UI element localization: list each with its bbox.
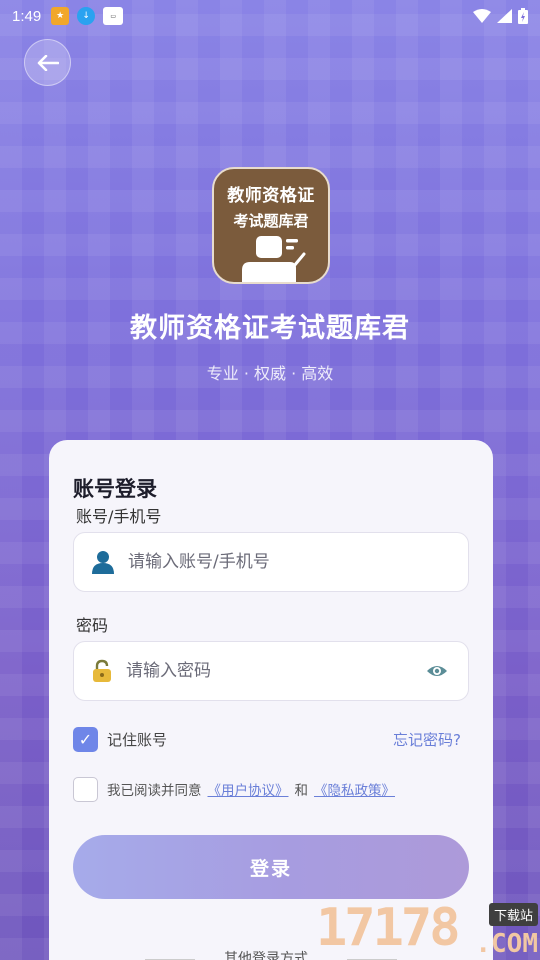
account-label: 账号/手机号 [76, 507, 162, 526]
login-title: 账号登录 [73, 477, 157, 501]
account-input-box[interactable] [73, 532, 469, 592]
status-bar: 1:49 ★ ↓ ▭ [0, 0, 540, 32]
arrow-left-icon [37, 54, 59, 71]
remember-label[interactable]: 记住账号 [107, 729, 167, 750]
battery-icon [518, 8, 528, 24]
agreement-prefix: 我已阅读并同意 [107, 783, 202, 799]
account-input[interactable] [128, 552, 408, 572]
app-title: 教师资格证考试题库君 [130, 313, 410, 344]
status-time: 1:49 [12, 7, 42, 25]
agreement-checkbox[interactable] [73, 777, 98, 802]
login-button[interactable]: 登录 [73, 835, 469, 899]
download-icon: ↓ [77, 7, 96, 25]
agreement-and: 和 [294, 783, 309, 799]
password-input-box[interactable] [73, 641, 469, 701]
teacher-icon [242, 236, 306, 282]
watermark-badge: 下载站 [488, 903, 538, 926]
signal-icon [497, 9, 512, 23]
watermark-suffix: .COM [475, 929, 538, 959]
other-login-label: 其他登录方式 [224, 951, 308, 960]
app-logo: 教师资格证 考试题库君 [212, 167, 330, 284]
logo-text-line1: 教师资格证 [227, 186, 315, 206]
password-label: 密码 [76, 616, 109, 635]
login-card: 账号登录 账号/手机号 密码 ✓ 记住账号 忘记密码? 我已阅读并同意 《用户协… [49, 440, 493, 960]
app-notification-icon: ▭ [103, 7, 124, 25]
remember-checkbox[interactable]: ✓ [73, 727, 98, 752]
watermark: 17178 下载站 .COM [316, 898, 540, 960]
wifi-icon [473, 9, 491, 23]
app-tagline: 专业 · 权威 · 高效 [206, 364, 334, 383]
privacy-policy-link[interactable]: 《隐私政策》 [314, 779, 395, 799]
watermark-number: 17178 [316, 898, 461, 958]
app-notification-icon: ★ [51, 7, 70, 25]
eye-icon[interactable] [426, 661, 448, 681]
password-input[interactable] [126, 661, 406, 681]
back-button[interactable] [24, 39, 71, 86]
user-agreement-link[interactable]: 《用户协议》 [208, 779, 289, 799]
status-indicators [473, 8, 528, 24]
agreement-text: 我已阅读并同意 《用户协议》 和 《隐私政策》 [107, 779, 395, 799]
lock-icon [93, 659, 111, 682]
logo-text-line2: 考试题库君 [233, 212, 309, 230]
user-icon [92, 551, 114, 574]
forgot-password-link[interactable]: 忘记密码? [393, 729, 461, 750]
